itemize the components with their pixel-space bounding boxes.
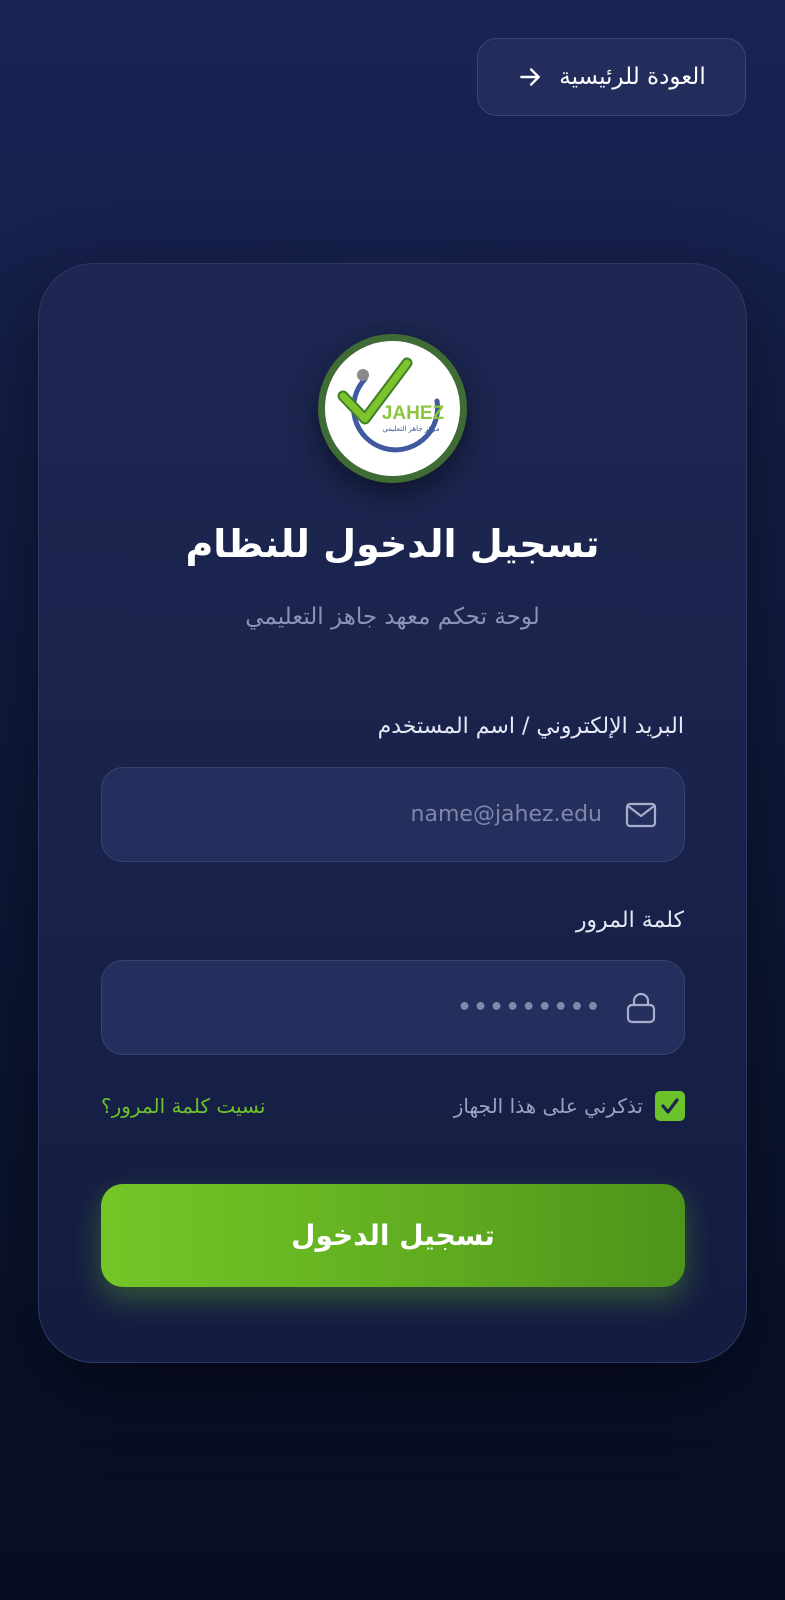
lock-icon	[624, 991, 658, 1025]
arrow-right-icon	[517, 64, 543, 90]
password-label: كلمة المرور	[575, 908, 684, 933]
check-icon	[661, 1098, 679, 1114]
forgot-password-link[interactable]: نسيت كلمة المرور؟	[101, 1088, 265, 1124]
email-field[interactable]: name@jahez.edu	[101, 767, 685, 862]
login-button[interactable]: تسجيل الدخول	[101, 1184, 685, 1287]
password-field[interactable]: •••••••••	[101, 960, 685, 1055]
page-title: تسجيل الدخول للنظام	[185, 522, 600, 566]
remember-me[interactable]: تذكرني على هذا الجهاز	[454, 1088, 685, 1124]
logo-tagline: مركز جاهز التعليمي	[382, 425, 439, 433]
email-label: البريد الإلكتروني / اسم المستخدم	[377, 714, 684, 739]
back-to-home-label: العودة للرئيسية	[559, 64, 706, 90]
jahez-logo: JAHEZ مركز جاهز التعليمي	[318, 334, 467, 483]
back-to-home-button[interactable]: العودة للرئيسية	[477, 38, 746, 116]
logo-wordmark: JAHEZ	[382, 403, 445, 424]
email-placeholder: name@jahez.edu	[410, 802, 602, 827]
remember-label: تذكرني على هذا الجهاز	[453, 1094, 643, 1118]
page-subtitle: لوحة تحكم معهد جاهز التعليمي	[245, 604, 540, 630]
remember-checkbox[interactable]	[655, 1091, 685, 1121]
mail-icon	[624, 798, 658, 832]
form-options: تذكرني على هذا الجهاز نسيت كلمة المرور؟	[101, 1088, 685, 1124]
password-value: •••••••••	[457, 995, 602, 1020]
